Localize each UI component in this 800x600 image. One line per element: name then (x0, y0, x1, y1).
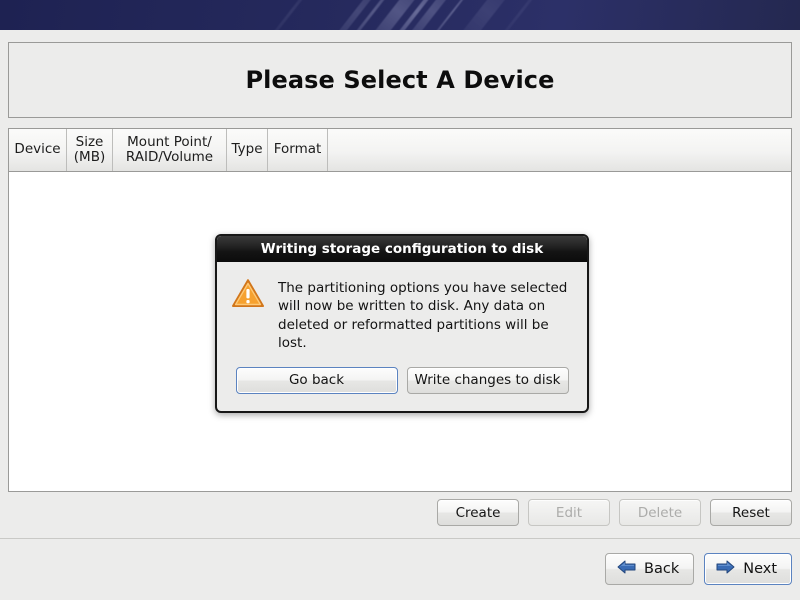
table-column-header-filler (328, 129, 791, 171)
write-changes-to-disk-button[interactable]: Write changes to disk (407, 367, 569, 394)
create-button[interactable]: Create (437, 499, 519, 526)
dialog-action-bar: Go back Write changes to disk (217, 353, 587, 411)
navigation-bar: Back Next (605, 553, 792, 585)
installer-banner (0, 0, 800, 30)
right-arrow-icon (716, 559, 735, 579)
table-column-header[interactable]: Format (268, 129, 328, 171)
dialog-title: Writing storage configuration to disk (217, 236, 587, 262)
reset-button[interactable]: Reset (710, 499, 792, 526)
back-button[interactable]: Back (605, 553, 694, 585)
go-back-button[interactable]: Go back (236, 367, 398, 394)
table-header-row: DeviceSize (MB)Mount Point/ RAID/VolumeT… (9, 129, 791, 172)
back-button-label: Back (644, 561, 679, 577)
warning-triangle-icon (231, 278, 265, 313)
footer-divider (0, 538, 800, 539)
page-title: Please Select A Device (245, 66, 554, 94)
next-button-label: Next (743, 561, 777, 577)
table-column-header[interactable]: Mount Point/ RAID/Volume (113, 129, 227, 171)
dialog-message: The partitioning options you have select… (278, 278, 571, 353)
write-changes-dialog: Writing storage configuration to disk Th… (215, 234, 589, 413)
table-column-header[interactable]: Type (227, 129, 268, 171)
edit-button: Edit (528, 499, 610, 526)
device-action-bar: Create Edit Delete Reset (8, 499, 792, 527)
table-column-header[interactable]: Size (MB) (67, 129, 113, 171)
page-title-panel: Please Select A Device (8, 42, 792, 118)
next-button[interactable]: Next (704, 553, 792, 585)
table-column-header[interactable]: Device (9, 129, 67, 171)
dialog-body: The partitioning options you have select… (217, 262, 587, 353)
left-arrow-icon (617, 559, 636, 579)
delete-button: Delete (619, 499, 701, 526)
